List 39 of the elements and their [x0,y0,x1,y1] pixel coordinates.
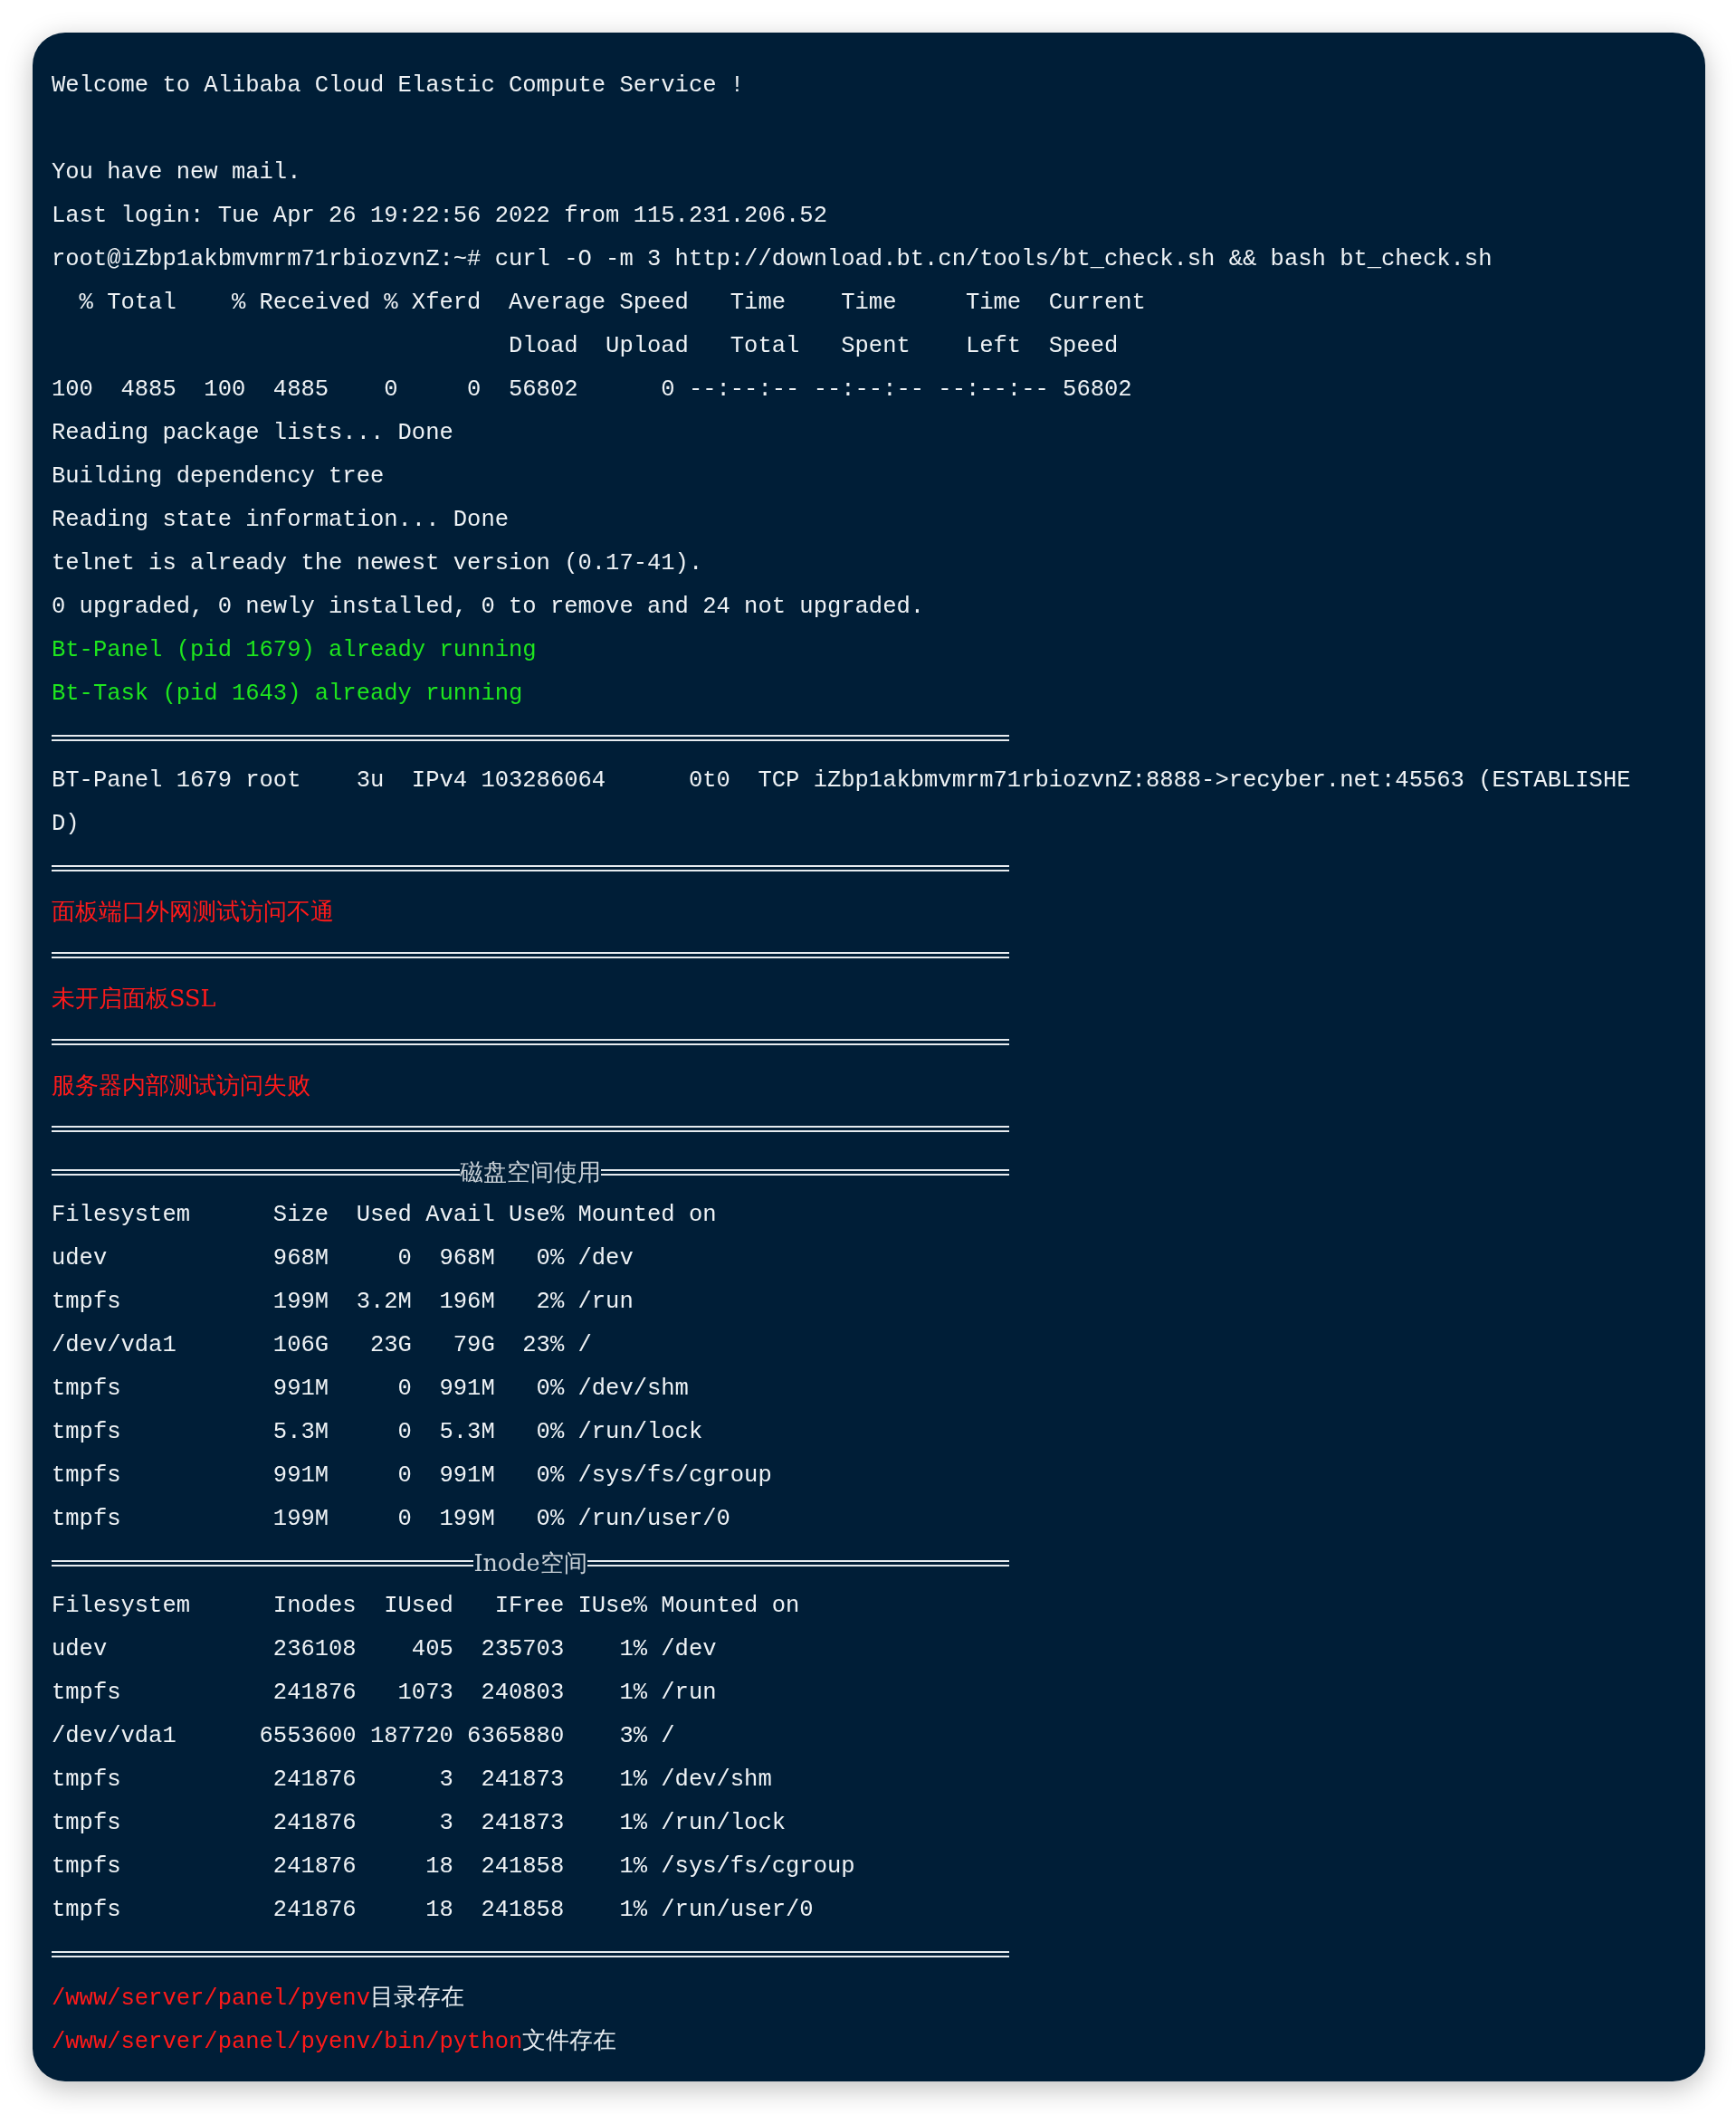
terminal-line: Building dependency tree [52,462,385,491]
terminal-line: /dev/vda1 106G 23G 79G 23% / [52,1331,592,1360]
terminal-line: tmpfs 241876 1073 240803 1% /run [52,1679,717,1708]
terminal-line: tmpfs 991M 0 991M 0% /sys/fs/cgroup [52,1462,772,1490]
section-title: 磁盘空间使用 [460,1157,601,1187]
terminal-line: tmpfs 241876 18 241858 1% /run/user/0 [52,1896,814,1925]
terminal-line: Dload Upload Total Spent Left Speed [507,332,1119,361]
terminal-line: tmpfs 241876 18 241858 1% /sys/fs/cgroup [52,1852,855,1881]
terminal-line: Filesystem Size Used Avail Use% Mounted on [52,1201,717,1230]
terminal-line: Filesystem Inodes IUsed IFree IUse% Mounted on [52,1592,800,1621]
terminal-line: /www/server/panel/pyenv目录存在 [52,1981,464,2014]
status-message: Bt-Task (pid 1643) already running [52,680,523,709]
terminal-line: udev 968M 0 968M 0% /dev [52,1244,634,1273]
terminal-line: /dev/vda1 6553600 187720 6365880 3% / [52,1722,675,1751]
terminal-line: tmpfs 241876 3 241873 1% /run/lock [52,1809,787,1838]
terminal-line: root@iZbp1akbmvmrm71rbiozvnZ:~# curl -O -m 3 http://download.bt.cn/tools/bt_check.sh && bash bt_check.sh [52,245,1493,274]
terminal-line: Welcome to Alibaba Cloud Elastic Compute Service ! [52,71,745,100]
terminal-line: tmpfs 991M 0 991M 0% /dev/shm [52,1375,689,1404]
terminal-line: Last login: Tue Apr 26 19:22:56 2022 from 115.231.206.52 [52,202,827,231]
terminal-line: Reading package lists... Done [52,419,453,448]
terminal-line: tmpfs 199M 0 199M 0% /run/user/0 [52,1505,730,1534]
error-message: 面板端口外网测试访问不通 [52,897,334,927]
terminal-line: % Total % Received % Xferd Average Speed Time Time Time Current [78,289,1146,318]
terminal-line: /www/server/panel/pyenv/bin/python文件存在 [52,2024,617,2057]
terminal-line: 100 4885 100 4885 0 0 56802 0 --:--:-- --:--:-- --:--:-- 56802 [52,376,1132,405]
error-message: 服务器内部测试访问失败 [52,1071,310,1100]
terminal-line: tmpfs 241876 3 241873 1% /dev/shm [52,1766,772,1795]
terminal-line: You have new mail. [52,158,301,187]
terminal-line: tmpfs 5.3M 0 5.3M 0% /run/lock [52,1418,703,1447]
section-title: Inode空间 [473,1548,587,1578]
error-message: 未开启面板SSL [52,984,216,1014]
terminal-line: udev 236108 405 235703 1% /dev [52,1635,717,1664]
terminal-line: Reading state information... Done [52,506,509,535]
terminal-line: telnet is already the newest version (0.17-41). [52,549,703,578]
terminal-line: BT-Panel 1679 root 3u IPv4 103286064 0t0 TCP iZbp1akbmvmrm71rbiozvnZ:8888->recyber.net:45563 (ESTABLISHE [52,767,1631,795]
status-message: Bt-Panel (pid 1679) already running [52,636,537,665]
terminal-line: 0 upgraded, 0 newly installed, 0 to remove and 24 not upgraded. [52,593,925,622]
terminal-line: D) [52,810,80,839]
terminal-line: tmpfs 199M 3.2M 196M 2% /run [52,1288,634,1317]
